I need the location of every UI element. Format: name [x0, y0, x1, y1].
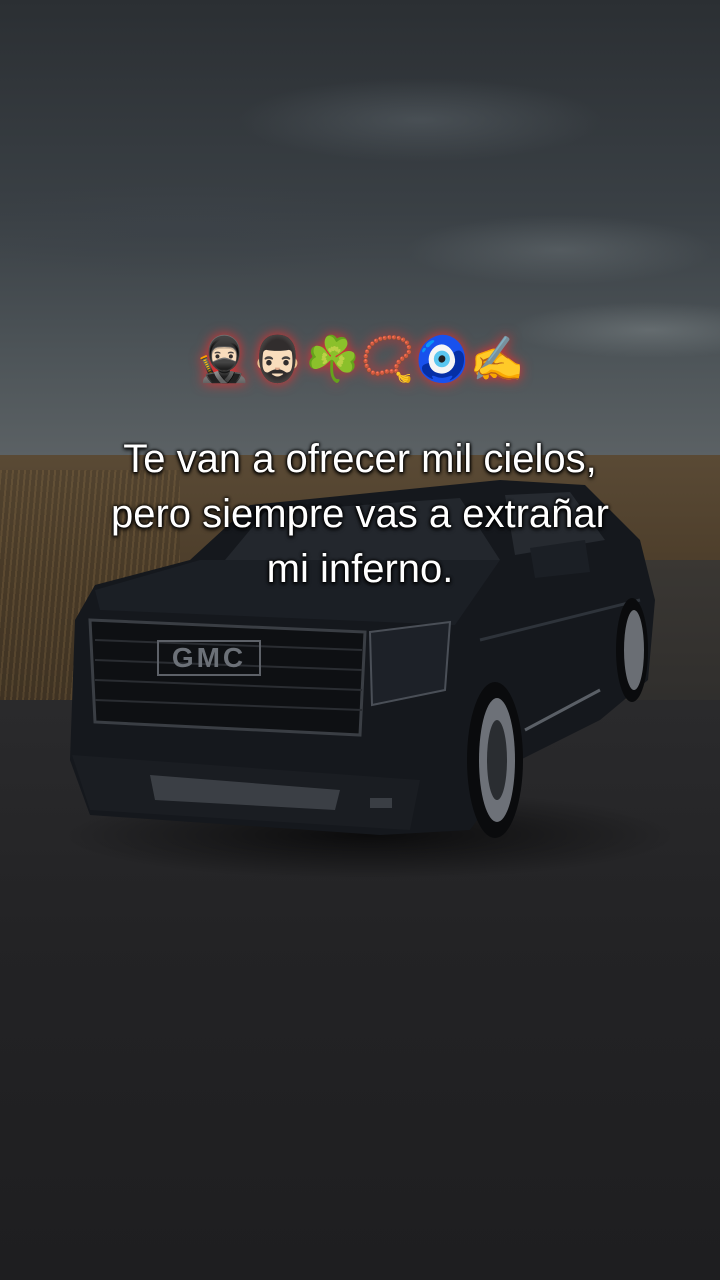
caption-line-2: pero siempre vas a extrañar: [110, 492, 609, 536]
gmc-badge: GMC: [157, 640, 261, 676]
background-photo: GMC 🥷🏻🧔🏻‍♂️☘️📿🧿✍️ Te van a ofrecer mil c…: [0, 0, 720, 1280]
caption-text: Te van a ofrecer mil cielos, pero siempr…: [40, 432, 680, 597]
caption-line-3: mi inferno.: [266, 547, 454, 591]
emoji-row: 🥷🏻🧔🏻‍♂️☘️📿🧿✍️: [195, 335, 525, 384]
caption-line-1: Te van a ofrecer mil cielos,: [123, 437, 597, 481]
pickup-truck: [70, 480, 655, 838]
